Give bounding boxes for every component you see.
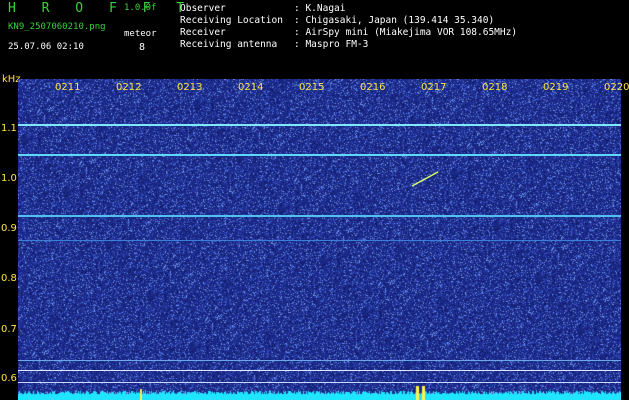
antenna-value: : Maspro FM-3 (294, 39, 369, 50)
y-tick-label: 0.9 (1, 223, 17, 234)
x-tick-label: 0219 (543, 82, 569, 93)
y-tick-label: 0.7 (1, 324, 17, 335)
header-panel: H R O F F T 1.0.0f KN9_2507060210.png me… (0, 0, 629, 75)
antenna-label: Receiving antenna (180, 39, 278, 50)
y-tick-label: 0.6 (1, 373, 17, 384)
meteor-label: meteor (124, 29, 157, 39)
receiver-label: Receiver (180, 27, 226, 38)
x-tick-label: 0213 (177, 82, 203, 93)
meteor-count: 8 (139, 42, 146, 53)
observer-label: Observer (180, 3, 226, 14)
y-tick-label: 0.8 (1, 273, 17, 284)
app-version: 1.0.0f (124, 3, 157, 13)
meteor-trace (411, 171, 439, 187)
receiver-value: : AirSpy mini (Miakejima VOR 108.65MHz) (294, 27, 518, 38)
x-tick-label: 0211 (55, 82, 81, 93)
app-title: H R O F F T (8, 1, 194, 16)
x-tick-label: 0220 (604, 82, 629, 93)
x-tick-label: 0215 (299, 82, 325, 93)
location-label: Receiving Location (180, 15, 283, 26)
observer-value: : K.Nagai (294, 3, 346, 14)
x-tick-label: 0212 (116, 82, 142, 93)
y-tick-label: 1.0 (1, 173, 17, 184)
x-tick-label: 0217 (421, 82, 447, 93)
file-name: KN9_2507060210.png (8, 22, 106, 32)
location-value: : Chigasaki, Japan (139.414 35.340) (294, 15, 495, 26)
x-tick-label: 0214 (238, 82, 264, 93)
timestamp: 25.07.06 02:10 (8, 42, 84, 52)
x-tick-label: 0218 (482, 82, 508, 93)
spectrogram-plot (18, 79, 621, 400)
x-tick-label: 0216 (360, 82, 386, 93)
y-tick-label: 1.1 (1, 123, 17, 134)
